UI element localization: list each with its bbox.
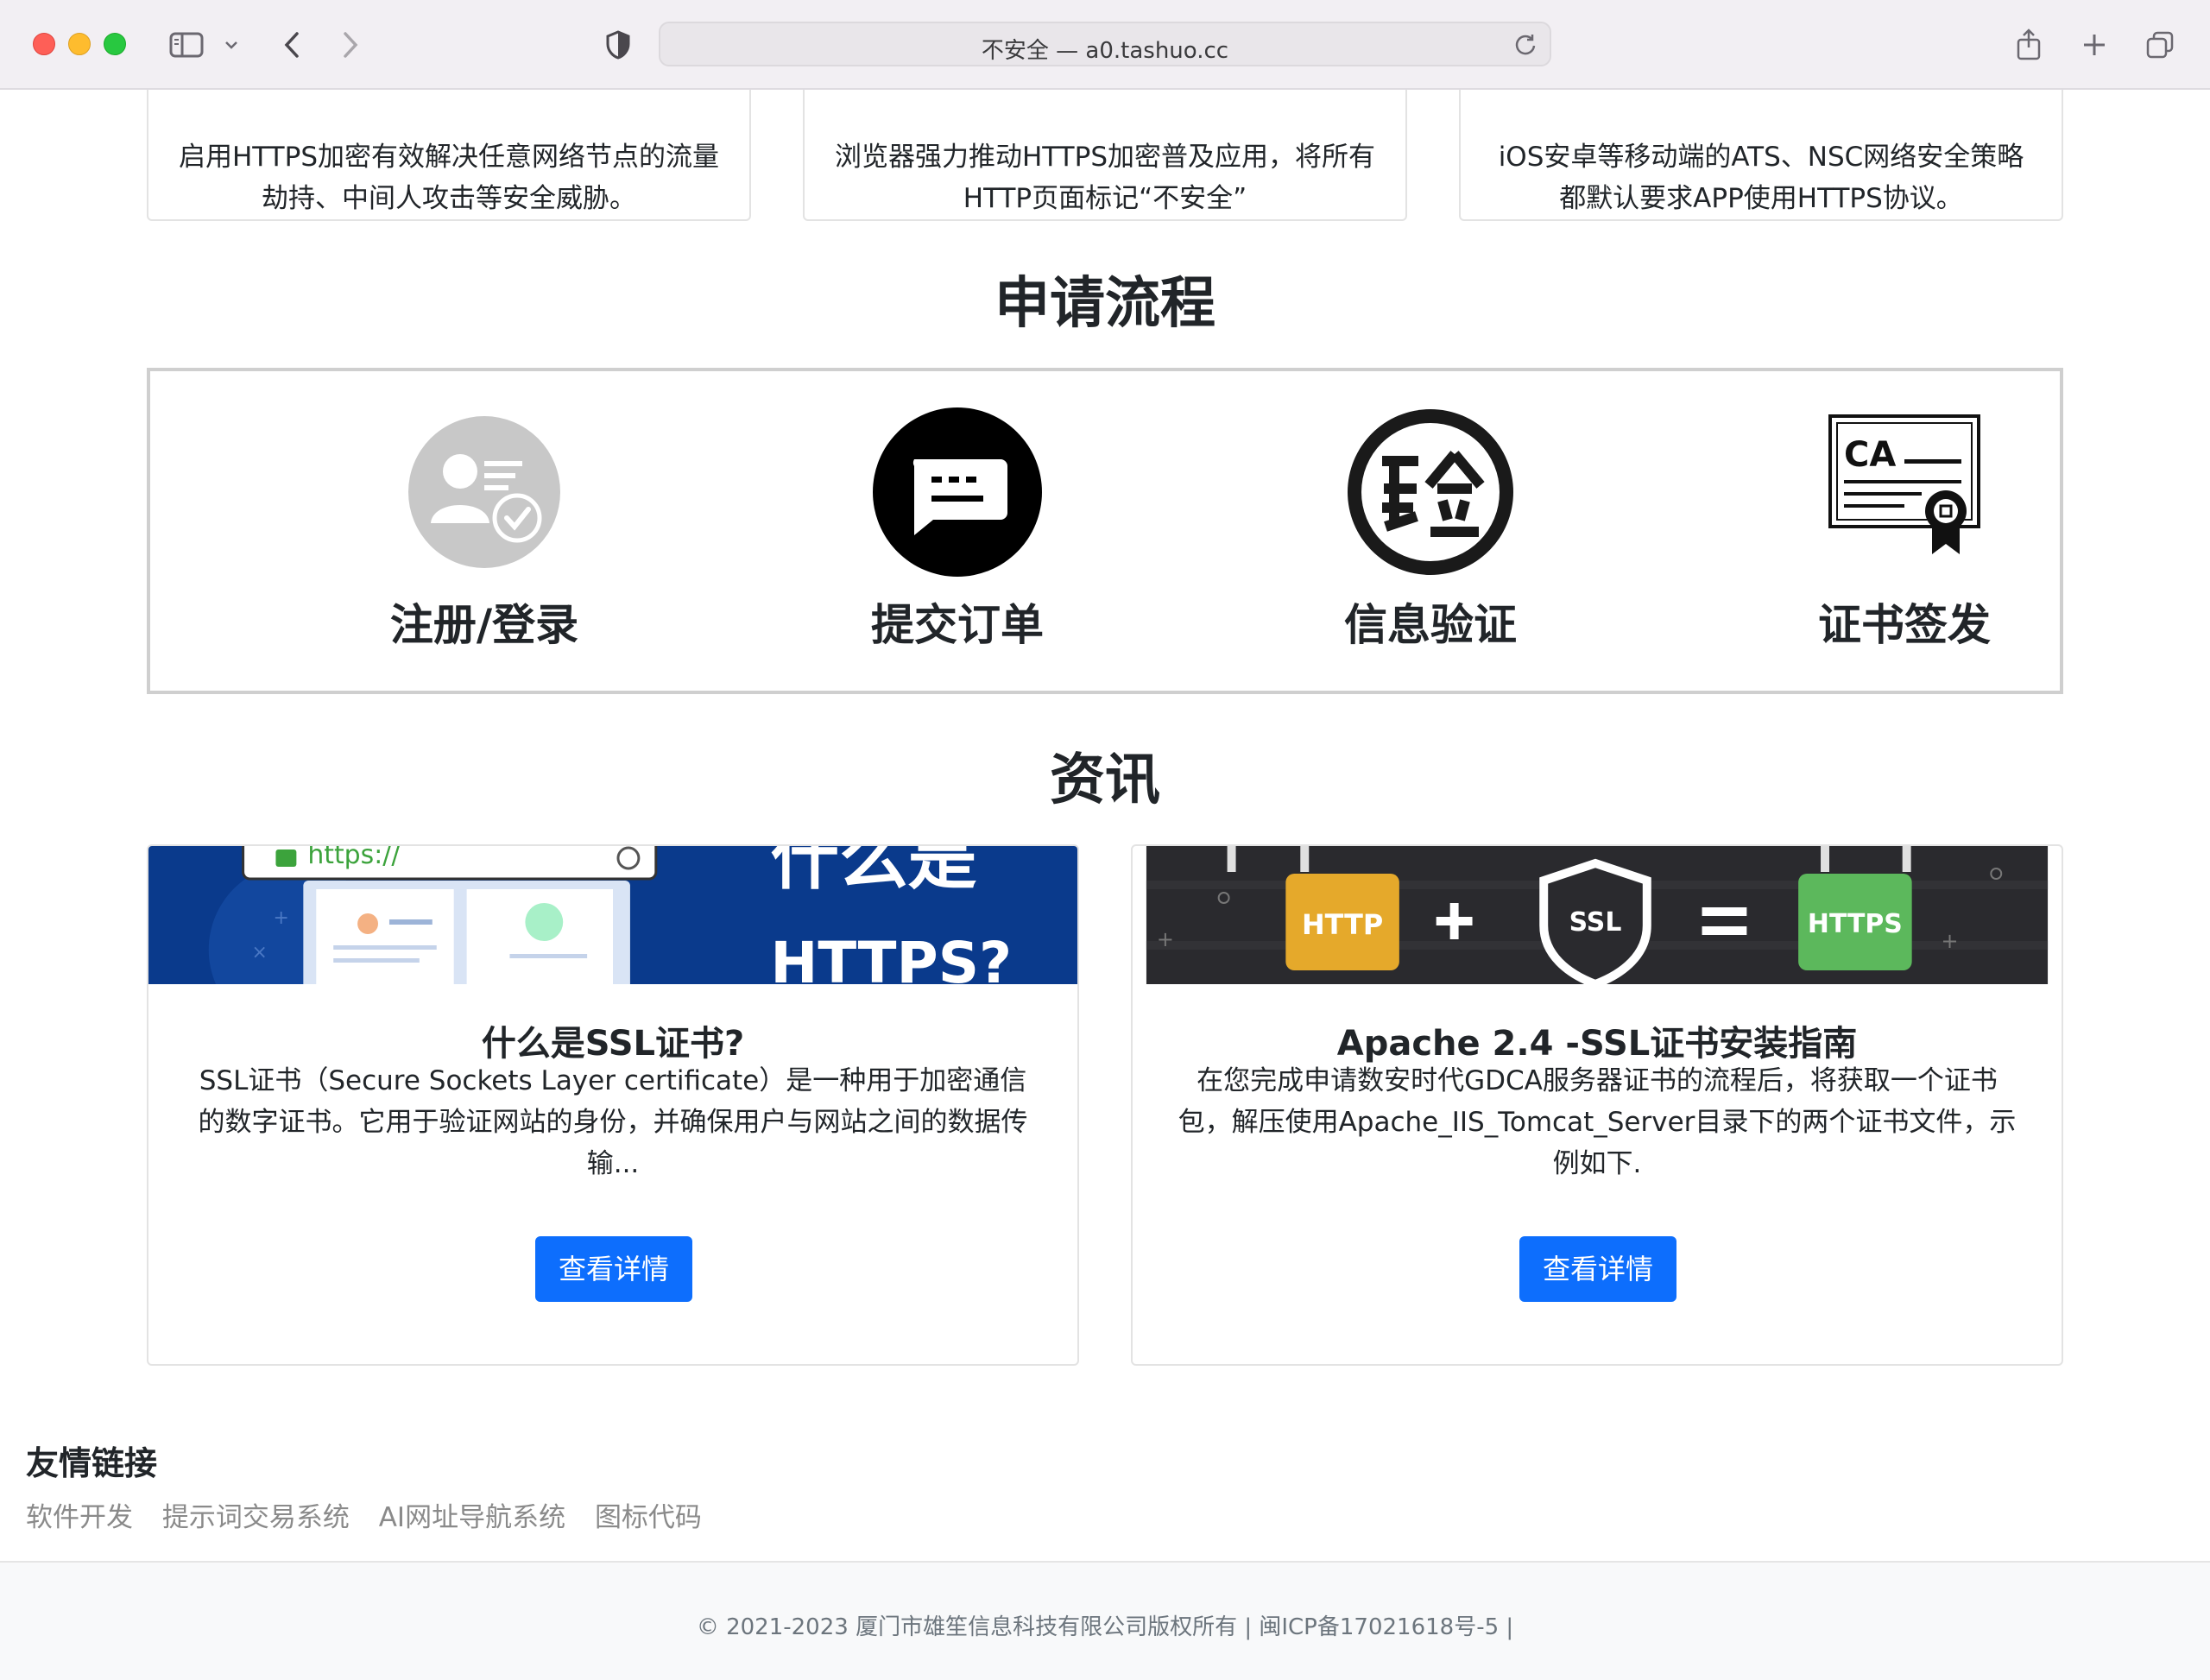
news-card-desc: SSL证书（Secure Sockets Layer certificate）是…	[198, 1065, 1028, 1179]
forward-icon[interactable]	[335, 26, 366, 64]
feature-card: iOS安卓等移动端的ATS、NSC网络安全策略都默认要求APP使用HTTPS协议…	[1459, 90, 2063, 221]
friend-links-title: 友情链接	[26, 1444, 158, 1482]
step-label: 信息验证	[1344, 600, 1517, 650]
process-title: 申请流程	[994, 272, 1216, 336]
page-footer: © 2021-2023 厦门市雄笙信息科技有限公司版权所有 | 闽ICP备170…	[0, 1561, 2210, 1680]
back-icon[interactable]	[276, 26, 307, 64]
address-bar[interactable]: 不安全 — a0.tashuo.cc	[659, 22, 1551, 66]
friend-link[interactable]: 软件开发	[26, 1502, 133, 1533]
zoom-window-button[interactable]	[104, 33, 126, 55]
feature-card: 浏览器强力推动HTTPS加密普及应用，将所有HTTP页面标记“不安全”	[803, 90, 1407, 221]
svg-text:CA: CA	[1844, 435, 1896, 475]
news-card-desc: 在您完成申请数安时代GDCA服务器证书的流程后，将获取一个证书包，解压使用Apa…	[1178, 1065, 2017, 1179]
news-image-https[interactable]: https:// + × 什么是 HTTPS?	[148, 846, 1077, 984]
verify-seal-icon	[1348, 409, 1513, 575]
feature-text: 浏览器强力推动HTTPS加密普及应用，将所有HTTP页面标记“不安全”	[834, 142, 1375, 214]
view-details-button[interactable]: 查看详情	[1519, 1236, 1676, 1302]
step-register: 注册/登录	[303, 406, 666, 653]
image-heading: 什么是	[770, 846, 976, 899]
step-label: 注册/登录	[389, 600, 579, 650]
web-page: 启用HTTPS加密有效解决任意网络节点的流量劫持、中间人攻击等安全威胁。 浏览器…	[0, 90, 2210, 1680]
step-issue: CA 证书签发	[1723, 406, 2086, 653]
step-verify: 信息验证	[1249, 406, 1612, 653]
news-card-title[interactable]: 什么是SSL证书?	[148, 1015, 1077, 1065]
friend-link[interactable]: 图标代码	[595, 1502, 702, 1533]
browser-toolbar: 不安全 — a0.tashuo.cc	[0, 0, 2210, 90]
svg-text:+: +	[1942, 929, 1959, 953]
user-verified-icon	[408, 416, 560, 568]
close-window-button[interactable]	[33, 33, 55, 55]
copyright-text: © 2021-2023 厦门市雄笙信息科技有限公司版权所有 | 闽ICP备170…	[696, 1614, 1514, 1640]
image-url-text: https://	[307, 846, 401, 870]
friend-link[interactable]: 提示词交易系统	[162, 1502, 350, 1533]
feature-card: 启用HTTPS加密有效解决任意网络节点的流量劫持、中间人攻击等安全威胁。	[147, 90, 751, 221]
share-icon[interactable]	[2011, 26, 2046, 64]
tab-overview-icon[interactable]	[2143, 26, 2177, 64]
friend-links-list: 软件开发 提示词交易系统 AI网址导航系统 图标代码	[26, 1495, 723, 1534]
ca-certificate-icon: CA	[1828, 414, 1980, 554]
step-label: 证书签发	[1818, 600, 1991, 650]
image-heading: HTTPS?	[770, 930, 1012, 984]
sidebar-icon[interactable]	[166, 26, 207, 64]
news-card: https:// + × 什么是 HTTPS? 什么是SSL证书? SSL证书（…	[147, 844, 1079, 1366]
feature-text: iOS安卓等移动端的ATS、NSC网络安全策略都默认要求APP使用HTTPS协议…	[1498, 142, 2024, 214]
view-details-button[interactable]: 查看详情	[535, 1236, 692, 1302]
svg-text:×: ×	[252, 942, 268, 963]
friend-link[interactable]: AI网址导航系统	[379, 1502, 565, 1533]
news-card: HTTP SSL HTTPS + + Apache 2.4 -SSL证书安装指南…	[1131, 844, 2063, 1366]
chevron-down-icon[interactable]	[221, 26, 242, 64]
news-title: 资讯	[1050, 748, 1160, 812]
image-https-label: HTTPS	[1808, 909, 1903, 939]
svg-text:+: +	[273, 907, 288, 929]
news-card-title[interactable]: Apache 2.4 -SSL证书安装指南	[1133, 1015, 2062, 1065]
privacy-shield-icon[interactable]	[601, 26, 635, 64]
svg-text:+: +	[1157, 927, 1174, 951]
image-ssl-label: SSL	[1569, 907, 1622, 938]
message-icon	[873, 407, 1042, 577]
news-image-ssl[interactable]: HTTP SSL HTTPS + +	[1133, 846, 2062, 984]
url-text: 不安全 — a0.tashuo.cc	[981, 38, 1229, 64]
image-http-label: HTTP	[1302, 908, 1383, 941]
step-label: 提交订单	[871, 600, 1044, 650]
feature-text: 启用HTTPS加密有效解决任意网络节点的流量劫持、中间人攻击等安全威胁。	[178, 142, 719, 214]
reload-icon[interactable]	[1513, 32, 1538, 60]
process-steps: 注册/登录 提交订单 信息验证 CA 证书签发	[147, 368, 2063, 694]
new-tab-icon[interactable]	[2077, 26, 2112, 64]
step-order: 提交订单	[776, 406, 1139, 653]
minimize-window-button[interactable]	[68, 33, 91, 55]
